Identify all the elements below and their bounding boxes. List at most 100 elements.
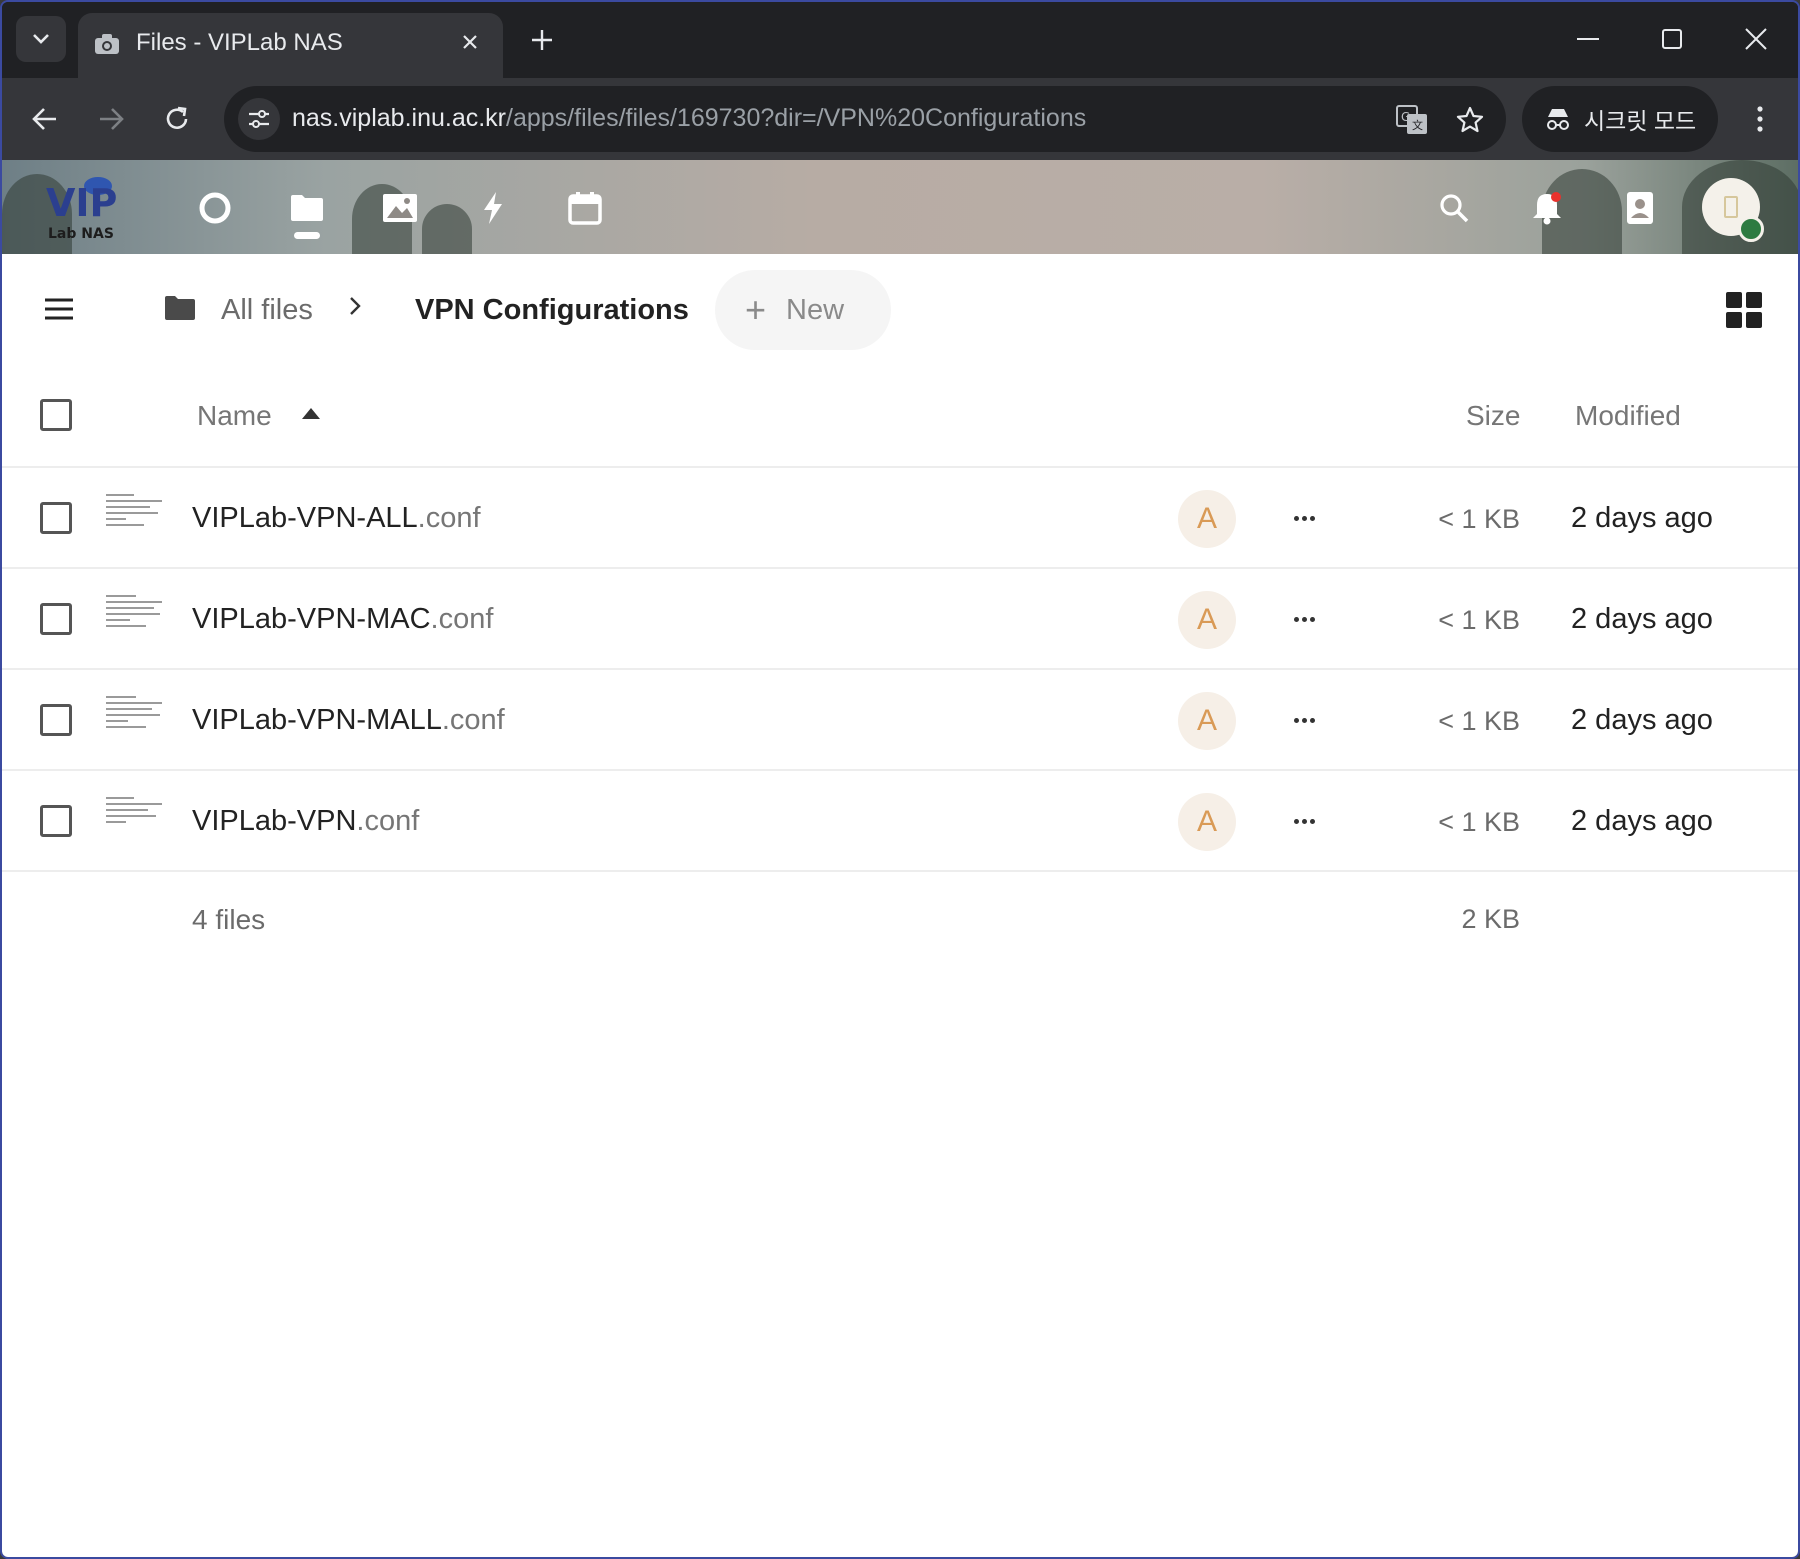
forward-button[interactable] [86,94,136,144]
column-name-header[interactable]: Name [197,400,272,432]
column-size-header[interactable]: Size [1466,400,1520,432]
translate-icon[interactable]: G文 [1394,102,1430,138]
grid-icon [1746,292,1762,308]
browser-toolbar: nas.viplab.inu.ac.kr/apps/files/files/16… [2,78,1798,160]
more-horizontal-icon [1293,818,1299,824]
close-window-button[interactable] [1726,16,1786,62]
hamburger-menu-icon [45,298,73,320]
site-info-icon[interactable] [238,98,280,140]
file-actions-button[interactable] [1284,498,1324,538]
file-thumbnail[interactable] [104,490,164,548]
file-thumbnail[interactable] [104,793,164,851]
svg-text:G: G [1401,110,1410,124]
row-checkbox[interactable] [40,603,72,635]
file-name[interactable]: VIPLab-VPN-MAC.conf [192,603,493,636]
tab-search-button[interactable] [16,16,66,62]
files-content: All files VPN Configurations + New Name … [2,254,1798,1557]
sort-ascending-icon[interactable] [302,408,320,419]
app-header: VIP Lab NAS [2,160,1798,254]
file-actions-button[interactable] [1284,801,1324,841]
address-bar[interactable]: nas.viplab.inu.ac.kr/apps/files/files/16… [224,86,1506,152]
new-button[interactable]: + New [715,270,891,350]
row-checkbox[interactable] [40,502,72,534]
file-basename: VIPLab-VPN-MAC [192,603,431,635]
logo-text-bottom: Lab NAS [48,226,114,242]
active-app-indicator [294,232,320,239]
app-navigation-toggle[interactable] [38,288,80,330]
close-window-icon [1745,28,1767,50]
viplab-logo[interactable]: VIP Lab NAS [42,170,142,244]
file-thumbnail[interactable] [104,692,164,750]
file-size: < 1 KB [1438,706,1520,736]
row-checkbox[interactable] [40,805,72,837]
maximize-button[interactable] [1642,16,1702,62]
dashboard-icon[interactable] [195,188,235,228]
file-size: < 1 KB [1438,605,1520,635]
search-icon[interactable] [1432,186,1476,230]
table-row[interactable]: VIPLab-VPN-MAC.conf A < 1 KB 2 days ago [2,569,1798,670]
url-text[interactable]: nas.viplab.inu.ac.kr/apps/files/files/16… [292,104,1086,133]
file-name[interactable]: VIPLab-VPN-MALL.conf [192,704,505,737]
browser-menu-button[interactable] [1740,94,1780,144]
file-actions-button[interactable] [1284,599,1324,639]
file-size: < 1 KB [1438,504,1520,534]
star-icon[interactable] [1452,102,1488,138]
chevron-right-icon [350,297,361,315]
more-horizontal-icon [1301,515,1307,521]
photos-icon[interactable] [380,188,420,228]
table-row[interactable]: VIPLab-VPN-MALL.conf A < 1 KB 2 days ago [2,670,1798,771]
new-tab-button[interactable] [522,20,562,60]
calendar-icon[interactable] [565,188,605,228]
file-actions-button[interactable] [1284,700,1324,740]
file-name[interactable]: VIPLab-VPN.conf [192,805,419,838]
file-size: < 1 KB [1438,807,1520,837]
file-name[interactable]: VIPLab-VPN-ALL.conf [192,502,481,535]
chevron-down-icon [33,34,49,44]
browser-tab-active[interactable]: Files - VIPLab NAS [78,13,503,78]
back-button[interactable] [20,94,70,144]
url-path: /apps/files/files/169730?dir=/VPN%20Conf… [506,104,1087,132]
reload-button[interactable] [152,94,202,144]
summary-file-count: 4 files [192,904,266,935]
file-modified: 2 days ago [1571,704,1713,736]
more-horizontal-icon [1293,616,1299,622]
more-horizontal-icon [1309,515,1315,521]
logo-text-top: VIP [46,181,117,225]
more-horizontal-icon [1309,818,1315,824]
table-row[interactable]: VIPLab-VPN.conf A < 1 KB 2 days ago [2,771,1798,872]
plus-icon: + [745,289,767,330]
breadcrumb-current-folder[interactable]: VPN Configurations [415,294,689,327]
contacts-icon[interactable] [1618,186,1662,230]
share-avatar[interactable]: A [1178,490,1236,548]
share-avatar[interactable]: A [1178,692,1236,750]
breadcrumb-separator [348,292,362,324]
notifications-icon[interactable] [1525,186,1569,230]
row-checkbox[interactable] [40,704,72,736]
more-horizontal-icon [1301,818,1307,824]
url-host: nas.viplab.inu.ac.kr [292,104,507,132]
close-icon[interactable] [455,27,485,57]
breadcrumb-all-files[interactable]: All files [221,294,313,327]
minimize-button[interactable] [1558,16,1618,62]
table-row[interactable]: VIPLab-VPN-ALL.conf A < 1 KB 2 days ago [2,468,1798,569]
user-status-online [1738,216,1764,242]
more-horizontal-icon [1301,616,1307,622]
file-extension: .conf [356,805,420,837]
grid-view-toggle[interactable] [1724,290,1764,330]
file-modified: 2 days ago [1571,603,1713,635]
incognito-icon [1547,109,1569,130]
incognito-indicator[interactable]: 시크릿 모드 [1522,86,1718,152]
file-basename: VIPLab-VPN [192,805,357,837]
folder-icon[interactable] [162,290,198,326]
files-icon[interactable] [287,188,327,228]
column-modified-header[interactable]: Modified [1575,400,1681,432]
share-avatar[interactable]: A [1178,793,1236,851]
share-avatar[interactable]: A [1178,591,1236,649]
svg-text:文: 文 [1412,118,1423,132]
file-basename: VIPLab-VPN-ALL [192,502,418,534]
camera-favicon-icon [92,29,122,59]
select-all-checkbox[interactable] [40,399,72,431]
incognito-label: 시크릿 모드 [1584,108,1697,134]
file-thumbnail[interactable] [104,591,164,649]
activity-icon[interactable] [473,188,513,228]
